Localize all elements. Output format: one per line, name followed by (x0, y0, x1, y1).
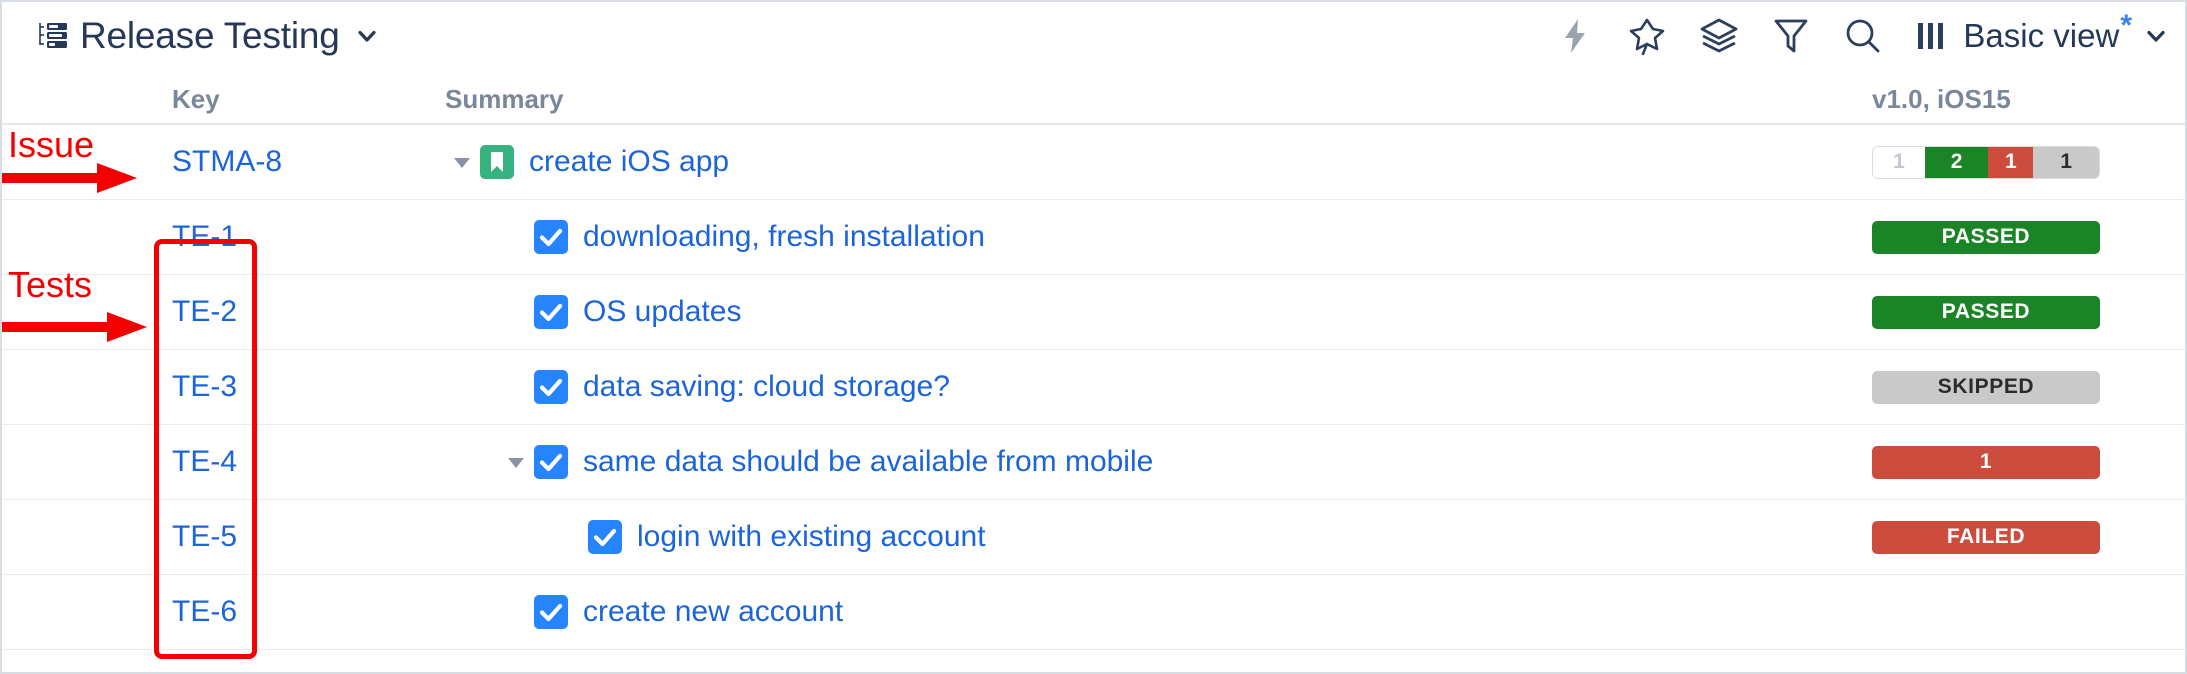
test-key-link[interactable]: TE-5 (2, 520, 237, 554)
status-cell[interactable]: SKIPPED (1844, 370, 2185, 404)
test-key-link[interactable]: TE-6 (2, 595, 237, 629)
issue-grid: Key Summary v1.0, iOS15 STMA-8 create iO… (2, 70, 2185, 650)
aggregate-segment-passed[interactable]: 2 (1924, 146, 1989, 178)
table-row[interactable]: TE-3 data saving: cloud storage? SKIPPED (2, 350, 2185, 425)
status-badge[interactable]: PASSED (1872, 220, 2100, 254)
summary-link[interactable]: create new account (583, 595, 843, 629)
summary-link[interactable]: same data should be available from mobil… (583, 445, 1153, 479)
expander-placeholder (499, 220, 533, 254)
test-status-aggregate-bar[interactable]: 1 2 1 1 (1872, 145, 2100, 179)
expander-placeholder (553, 520, 587, 554)
structure-title-block[interactable]: Release Testing (38, 15, 378, 57)
structure-icon (38, 22, 68, 50)
test-key-link[interactable]: TE-3 (2, 370, 237, 404)
search-icon[interactable] (1841, 14, 1885, 58)
expander-toggle-icon[interactable] (445, 145, 479, 179)
expander-placeholder (499, 295, 533, 329)
status-cell[interactable]: 1 (1844, 445, 2185, 479)
summary-link[interactable]: create iOS app (529, 145, 729, 179)
toolbar-header: Release Testing Basic view* (2, 2, 2185, 70)
status-badge[interactable]: SKIPPED (1872, 370, 2100, 404)
pin-icon[interactable] (1625, 14, 1669, 58)
automation-lightning-icon[interactable] (1553, 14, 1597, 58)
expander-placeholder (499, 595, 533, 629)
status-badge[interactable]: PASSED (1872, 295, 2100, 329)
table-row[interactable]: STMA-8 create iOS app 1 2 1 1 (2, 125, 2185, 200)
test-checkbox-icon (587, 519, 637, 555)
summary-link[interactable]: OS updates (583, 295, 741, 329)
test-key-link[interactable]: TE-1 (2, 220, 237, 254)
test-checkbox-icon (533, 219, 583, 255)
grid-header-row: Key Summary v1.0, iOS15 (2, 70, 2185, 125)
status-cell[interactable]: FAILED (1844, 520, 2185, 554)
status-cell[interactable]: PASSED (1844, 295, 2185, 329)
table-row[interactable]: TE-2 OS updates PASSED (2, 275, 2185, 350)
view-toolbar: Basic view* (1553, 9, 2167, 58)
expander-toggle-icon[interactable] (499, 445, 533, 479)
summary-link[interactable]: login with existing account (637, 520, 986, 554)
layers-icon[interactable] (1697, 14, 1741, 58)
test-checkbox-icon (533, 594, 583, 630)
column-header-summary[interactable]: Summary (217, 84, 1844, 123)
status-cell[interactable]: 1 2 1 1 (1844, 145, 2185, 179)
summary-link[interactable]: data saving: cloud storage? (583, 370, 950, 404)
test-key-link[interactable]: TE-2 (2, 295, 237, 329)
table-row[interactable]: TE-1 downloading, fresh installation PAS… (2, 200, 2185, 275)
summary-link[interactable]: downloading, fresh installation (583, 220, 985, 254)
view-name-label: Basic view (1963, 17, 2120, 54)
filter-icon[interactable] (1769, 14, 1813, 58)
page-title: Release Testing (80, 15, 340, 56)
table-row[interactable]: TE-6 create new account (2, 575, 2185, 650)
expander-placeholder (499, 370, 533, 404)
table-row[interactable]: TE-4 same data should be available from … (2, 425, 2185, 500)
table-row[interactable]: TE-5 login with existing account FAILED (2, 500, 2185, 575)
title-chevron-down-icon[interactable] (352, 25, 378, 47)
status-badge[interactable]: 1 (1872, 445, 2100, 479)
view-chevron-down-icon[interactable] (2145, 25, 2167, 47)
aggregate-segment-todo[interactable]: 1 (1873, 146, 1925, 178)
status-badge[interactable]: FAILED (1872, 520, 2100, 554)
test-checkbox-icon (533, 294, 583, 330)
status-cell[interactable]: PASSED (1844, 220, 2185, 254)
story-bookmark-icon (479, 144, 529, 180)
test-checkbox-icon (533, 369, 583, 405)
issue-key-link[interactable]: STMA-8 (2, 145, 282, 179)
column-header-status[interactable]: v1.0, iOS15 (1844, 84, 2185, 123)
view-selector[interactable]: Basic view* (1915, 9, 2167, 55)
aggregate-segment-failed[interactable]: 1 (1988, 146, 2034, 178)
test-key-link[interactable]: TE-4 (2, 445, 237, 479)
aggregate-segment-skipped[interactable]: 1 (2033, 146, 2099, 178)
view-modified-marker: * (2120, 9, 2132, 42)
column-header-key[interactable]: Key (2, 84, 220, 123)
columns-icon (1915, 20, 1949, 52)
structure-grid-app: Release Testing Basic view* Key Summary … (0, 0, 2187, 674)
test-checkbox-icon (533, 444, 583, 480)
